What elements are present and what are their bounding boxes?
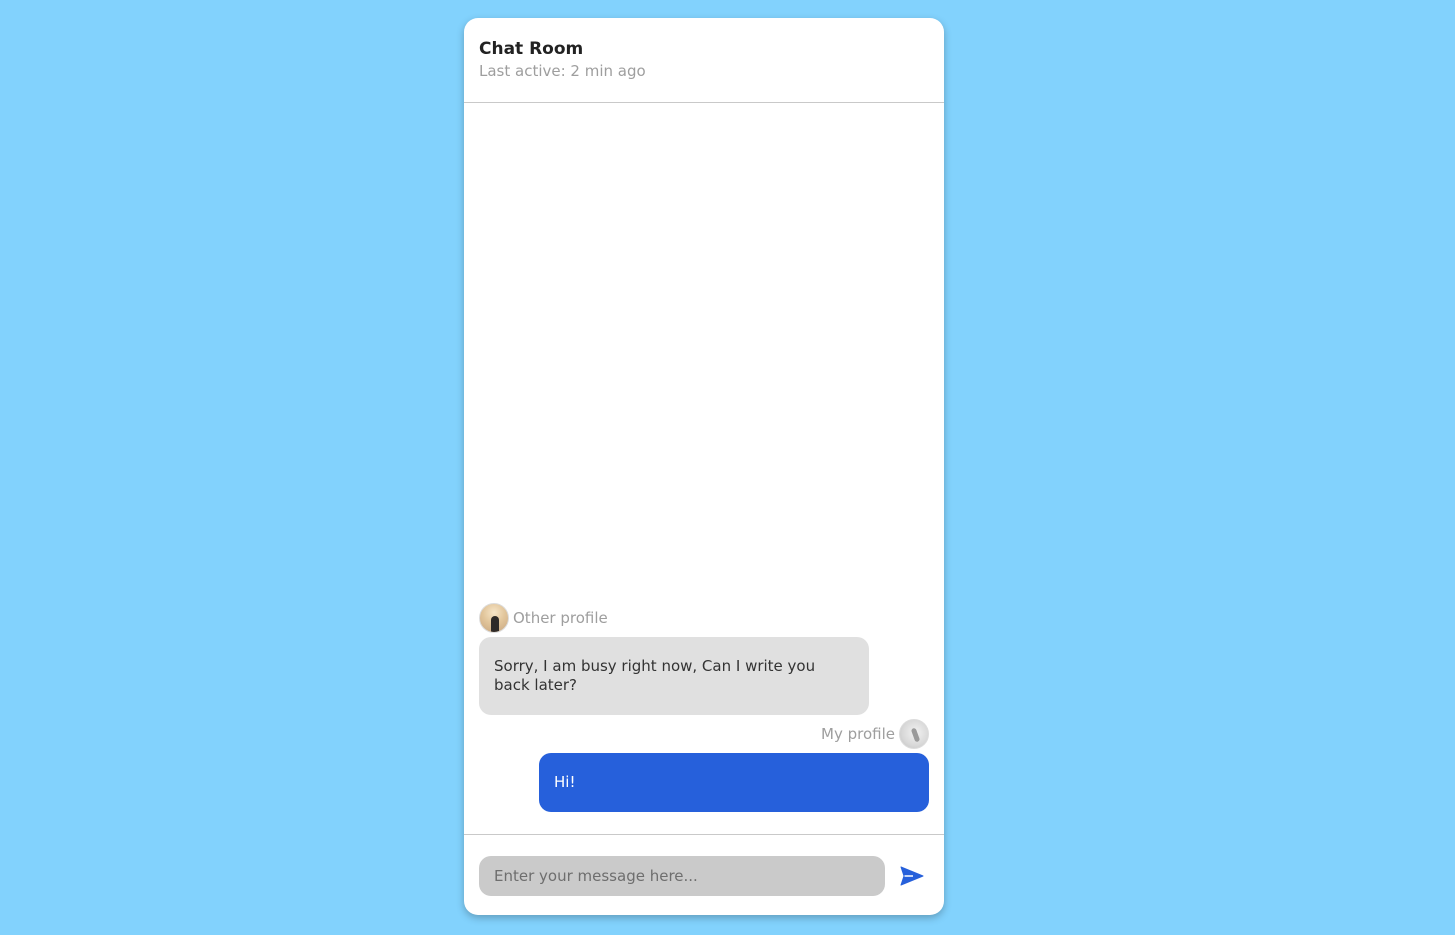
chat-title: Chat Room <box>479 39 584 59</box>
send-button[interactable] <box>897 862 927 890</box>
message-list[interactable]: Other profile Sorry, I am busy right now… <box>464 103 944 834</box>
chat-header: Chat Room Last active: 2 min ago <box>464 18 944 103</box>
outgoing-message-bubble: Hi! <box>539 753 929 812</box>
other-profile-row: Other profile <box>479 603 608 633</box>
send-icon <box>900 866 924 886</box>
message-input[interactable] <box>479 856 885 896</box>
message-composer <box>464 834 944 915</box>
my-profile-avatar[interactable] <box>899 719 929 749</box>
incoming-message-bubble: Sorry, I am busy right now, Can I write … <box>479 637 869 715</box>
last-active-status: Last active: 2 min ago <box>479 62 646 80</box>
my-profile-row: My profile <box>821 719 929 749</box>
chat-window: Chat Room Last active: 2 min ago Other p… <box>464 18 944 915</box>
other-profile-name: Other profile <box>513 609 608 627</box>
my-profile-name: My profile <box>821 725 895 743</box>
other-profile-avatar[interactable] <box>479 603 509 633</box>
